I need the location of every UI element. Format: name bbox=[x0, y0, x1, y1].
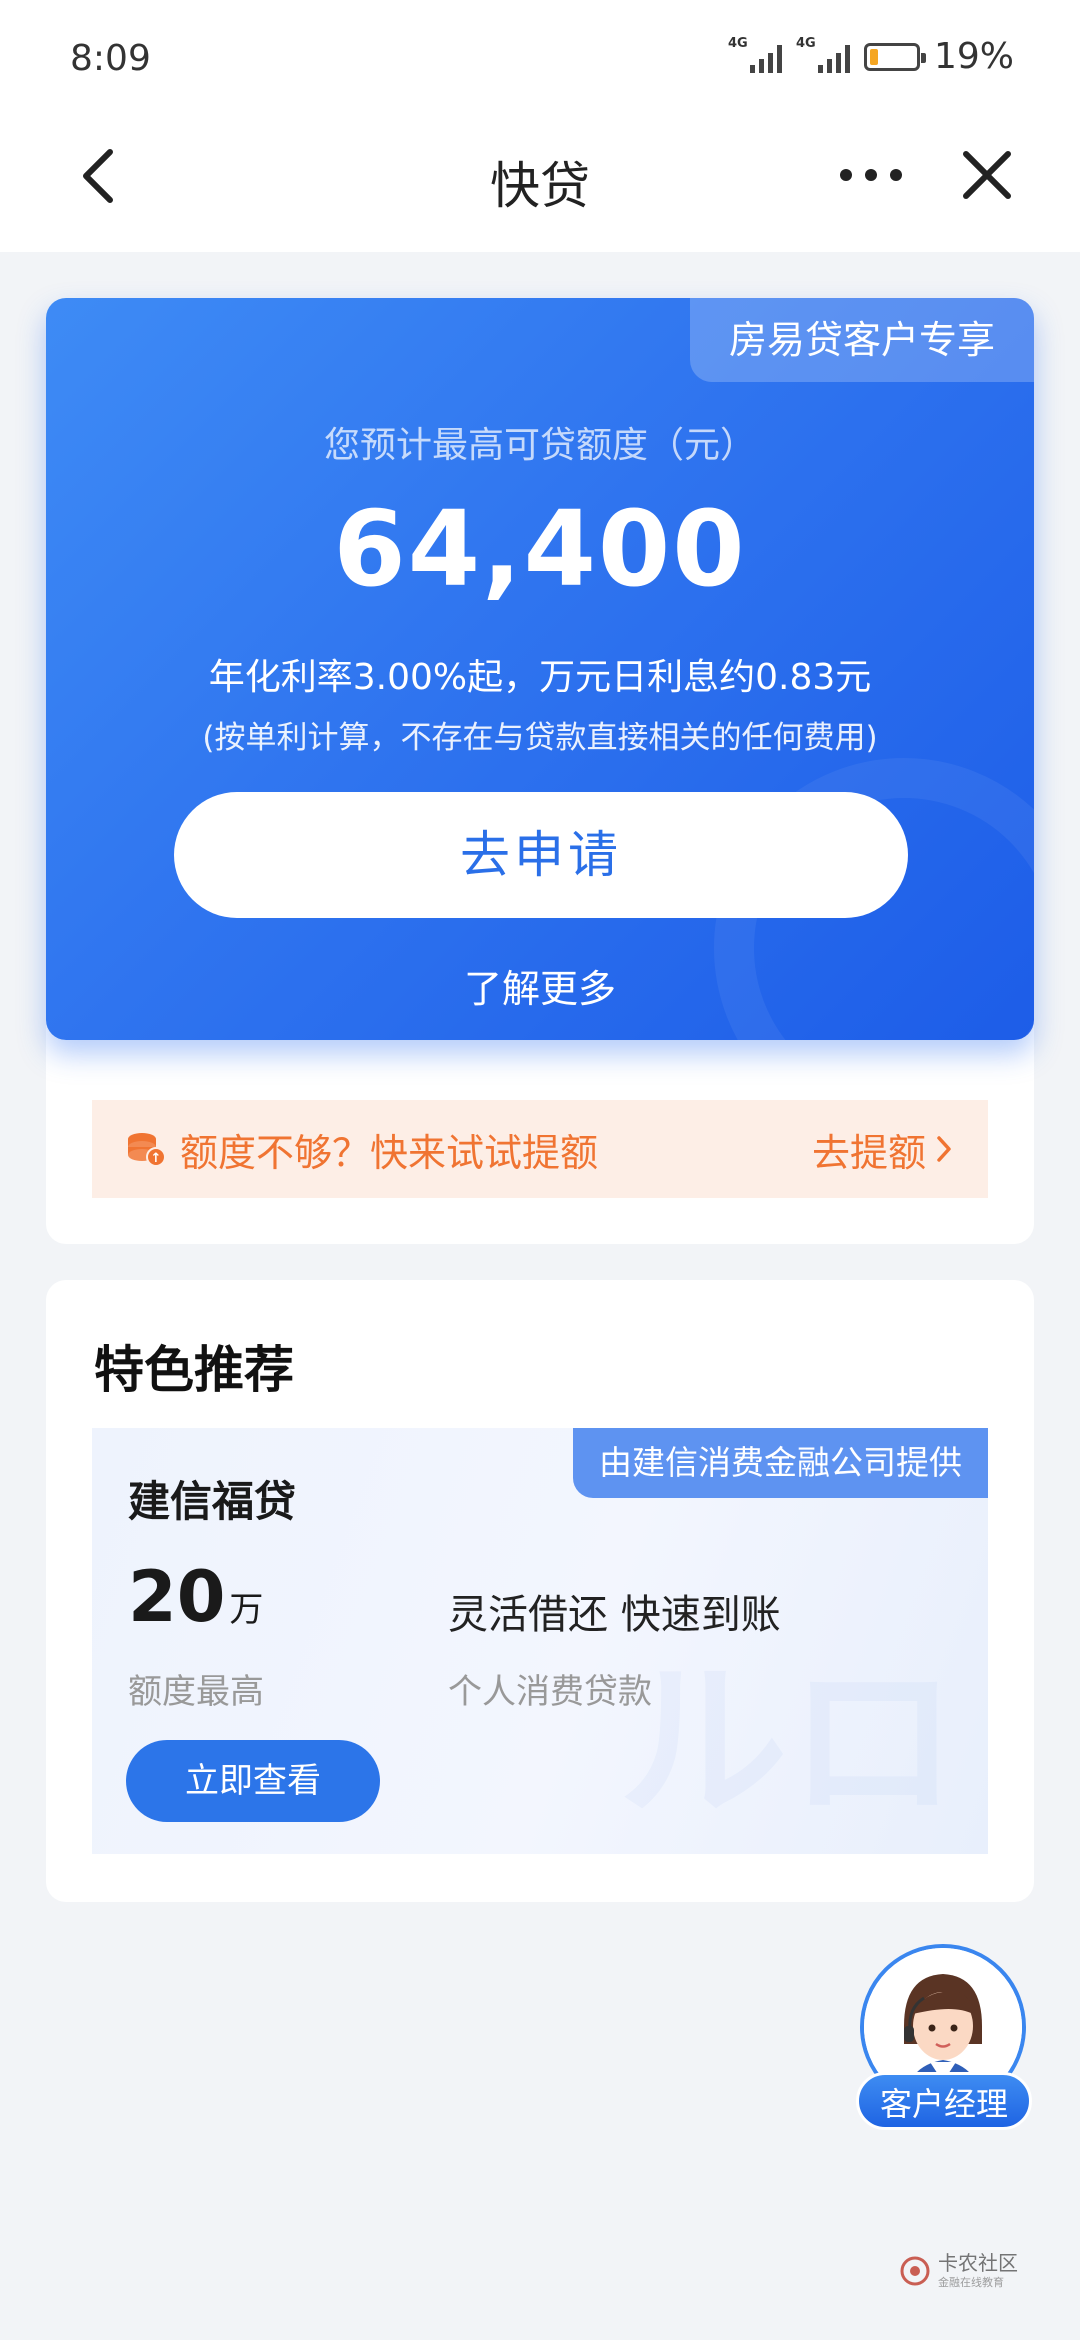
raise-quota-label: 去提额 bbox=[811, 1130, 926, 1175]
interest-note: (按单利计算，不存在与贷款直接相关的任何费用) bbox=[202, 720, 878, 756]
interest-rate-text: 年化利率3.00%起，万元日利息约0.83元 bbox=[208, 657, 872, 698]
kanong-logo-icon bbox=[900, 2256, 930, 2286]
network-type-label: 4G bbox=[727, 35, 748, 51]
quota-amount: 64,400 bbox=[333, 488, 747, 610]
raise-quota-text: 额度不够？快来试试提额 bbox=[180, 1130, 599, 1175]
section-title: 特色推荐 bbox=[94, 1341, 294, 1399]
quota-subtitle: 您预计最高可贷额度（元） bbox=[323, 425, 756, 466]
network-type-label: 4G bbox=[795, 35, 816, 51]
watermark-title: 卡农社区 bbox=[938, 2251, 1018, 2275]
chevron-right-icon bbox=[937, 1136, 951, 1162]
decorative-watermark: ルロ bbox=[617, 1644, 958, 1842]
product-amount: 20 万 bbox=[128, 1556, 263, 1638]
amount-unit: 万 bbox=[229, 1590, 264, 1630]
watermark-subtitle: 金融在线教育 bbox=[938, 2276, 1004, 2289]
status-indicators: 4G 4G 19% bbox=[728, 36, 1014, 77]
coin-stack-icon: ↑ bbox=[128, 1133, 166, 1167]
provider-tag: 由建信消费金融公司提供 bbox=[573, 1428, 988, 1498]
amount-number: 20 bbox=[128, 1556, 226, 1638]
svg-text:↑: ↑ bbox=[151, 1151, 162, 1166]
raise-quota-link[interactable]: 去提额 bbox=[812, 1122, 952, 1177]
view-now-button[interactable]: 立即查看 bbox=[126, 1740, 380, 1822]
product-feature: 灵活借还 快速到账 bbox=[448, 1592, 781, 1638]
feature-label: 个人消费贷款 bbox=[448, 1672, 652, 1712]
close-icon[interactable] bbox=[960, 148, 1014, 202]
raise-quota-banner[interactable]: ↑ 额度不够？快来试试提额 去提额 bbox=[92, 1100, 988, 1198]
battery-icon bbox=[863, 42, 926, 71]
battery-percent: 19% bbox=[933, 36, 1014, 77]
customer-manager-button[interactable]: 客户经理 bbox=[856, 1944, 1032, 2132]
amount-label: 额度最高 bbox=[128, 1672, 264, 1712]
community-watermark: 卡农社区 金融在线教育 bbox=[900, 2252, 1018, 2290]
page-title: 快贷 bbox=[490, 157, 590, 215]
product-name: 建信福贷 bbox=[128, 1477, 297, 1526]
product-card[interactable]: ルロ 由建信消费金融公司提供 建信福贷 20 万 灵活借还 快速到账 额度最高 个… bbox=[92, 1428, 988, 1854]
signal-icon: 4G bbox=[728, 36, 782, 73]
more-horizontal-icon[interactable] bbox=[836, 160, 906, 190]
signal-icon: 4G bbox=[796, 36, 850, 73]
status-time: 8:09 bbox=[70, 38, 151, 79]
top-bar: 8:09 4G 4G 19% 快贷 bbox=[0, 0, 1080, 252]
customer-manager-label: 客户经理 bbox=[856, 2072, 1032, 2130]
customer-badge: 房易贷客户专享 bbox=[690, 298, 1034, 382]
learn-more-link[interactable]: 了解更多 bbox=[46, 958, 1034, 1013]
loan-quota-card: 房易贷客户专享 您预计最高可贷额度（元） 64,400 年化利率3.00%起，万… bbox=[46, 298, 1034, 1040]
apply-button[interactable]: 去申请 bbox=[174, 792, 908, 918]
